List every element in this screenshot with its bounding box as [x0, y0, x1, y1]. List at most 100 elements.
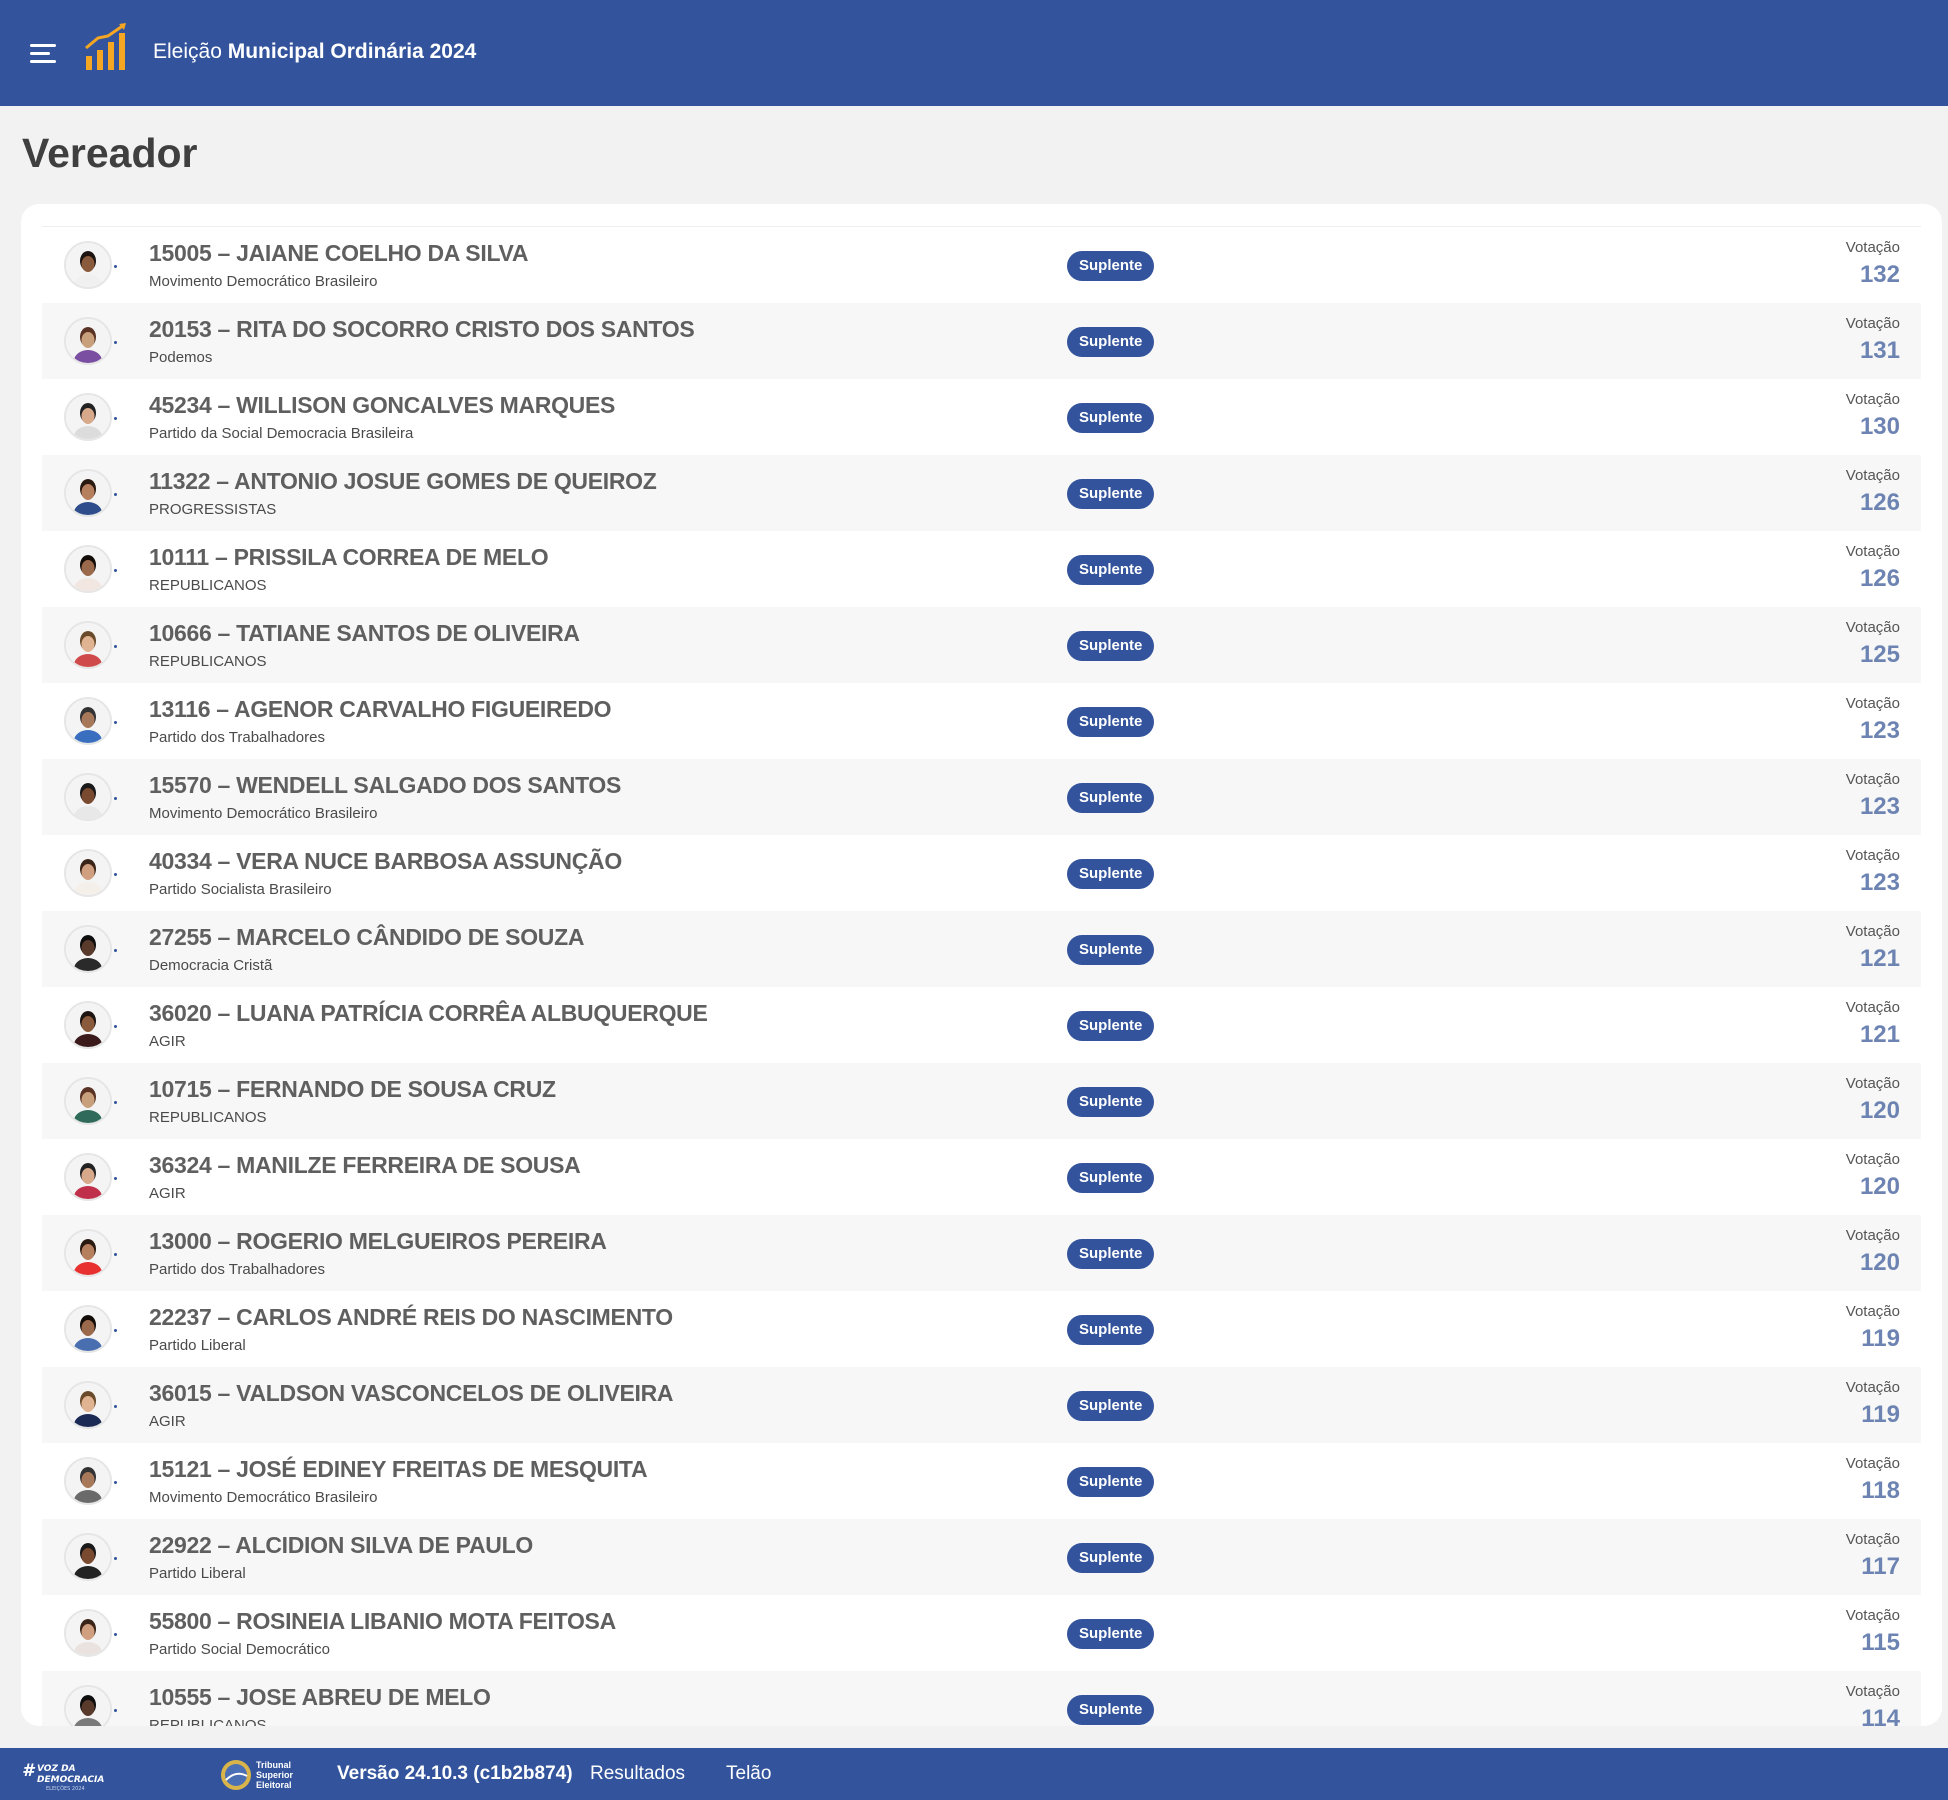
vote-label: Votação [1845, 1531, 1900, 1548]
vote-count: 121 [1859, 945, 1900, 972]
footer-link-telao[interactable]: Telão [726, 1763, 771, 1785]
status-badge: Suplente [1067, 631, 1155, 661]
app-title-prefix: Eleição [153, 40, 222, 63]
candidate-row[interactable]: 36324 – MANILZE FERREIRA DE SOUSA AGIR S… [42, 1139, 1921, 1215]
status-badge: Suplente [1067, 1087, 1155, 1117]
dot-icon [114, 873, 117, 876]
menu-icon[interactable] [30, 40, 56, 64]
candidate-row[interactable]: 45234 – WILLISON GONCALVES MARQUES Parti… [42, 379, 1921, 455]
candidate-name[interactable]: 55800 – ROSINEIA LIBANIO MOTA FEITOSA [149, 1608, 616, 1635]
candidate-row[interactable]: 13116 – AGENOR CARVALHO FIGUEIREDO Parti… [42, 683, 1921, 759]
candidate-party: AGIR [149, 1185, 186, 1202]
status-badge: Suplente [1067, 707, 1155, 737]
candidate-row[interactable]: 40334 – VERA NUCE BARBOSA ASSUNÇÃO Parti… [42, 835, 1921, 911]
dot-icon [114, 1557, 117, 1560]
candidate-row[interactable]: 10555 – JOSE ABREU DE MELO REPUBLICANOS … [42, 1671, 1921, 1726]
candidate-name[interactable]: 22922 – ALCIDION SILVA DE PAULO [149, 1532, 533, 1559]
svg-text:#: # [22, 1761, 36, 1781]
candidate-name[interactable]: 15121 – JOSÉ EDINEY FREITAS DE MESQUITA [149, 1456, 648, 1483]
candidate-row[interactable]: 10666 – TATIANE SANTOS DE OLIVEIRA REPUB… [42, 607, 1921, 683]
candidate-row[interactable]: 22237 – CARLOS ANDRÉ REIS DO NASCIMENTO … [42, 1291, 1921, 1367]
candidate-name[interactable]: 22237 – CARLOS ANDRÉ REIS DO NASCIMENTO [149, 1304, 673, 1331]
candidate-photo [64, 393, 112, 441]
vote-label: Votação [1845, 391, 1900, 408]
candidate-party: Partido Socialista Brasileiro [149, 881, 332, 898]
candidate-name[interactable]: 10555 – JOSE ABREU DE MELO [149, 1684, 491, 1711]
footer: # VOZ DA DEMOCRACIA ELEIÇÕES 2024 Tribun… [0, 1748, 1948, 1800]
vote-count: 117 [1861, 1553, 1900, 1580]
vote-label: Votação [1845, 1151, 1900, 1168]
vote-label: Votação [1845, 543, 1900, 560]
candidate-row[interactable]: 15121 – JOSÉ EDINEY FREITAS DE MESQUITA … [42, 1443, 1921, 1519]
dot-icon [114, 949, 117, 952]
dot-icon [114, 493, 117, 496]
candidate-photo [64, 1229, 112, 1277]
candidate-row[interactable]: 36020 – LUANA PATRÍCIA CORRÊA ALBUQUERQU… [42, 987, 1921, 1063]
candidate-party: REPUBLICANOS [149, 577, 267, 594]
candidate-name[interactable]: 10666 – TATIANE SANTOS DE OLIVEIRA [149, 620, 580, 647]
candidate-name[interactable]: 36015 – VALDSON VASCONCELOS DE OLIVEIRA [149, 1380, 674, 1407]
candidate-name[interactable]: 15570 – WENDELL SALGADO DOS SANTOS [149, 772, 621, 799]
candidate-party: Movimento Democrático Brasileiro [149, 805, 378, 822]
vote-label: Votação [1845, 467, 1900, 484]
candidate-row[interactable]: 11322 – ANTONIO JOSUE GOMES DE QUEIROZ P… [42, 455, 1921, 531]
footer-link-resultados[interactable]: Resultados [590, 1763, 685, 1785]
dot-icon [114, 1329, 117, 1332]
candidate-name[interactable]: 15005 – JAIANE COELHO DA SILVA [149, 240, 528, 267]
candidate-name[interactable]: 10111 – PRISSILA CORREA DE MELO [149, 544, 549, 571]
candidate-name[interactable]: 13116 – AGENOR CARVALHO FIGUEIREDO [149, 696, 612, 723]
vote-count: 119 [1861, 1401, 1900, 1428]
dot-icon [114, 645, 117, 648]
candidate-row[interactable]: 10111 – PRISSILA CORREA DE MELO REPUBLIC… [42, 531, 1921, 607]
vote-label: Votação [1845, 1607, 1900, 1624]
status-badge: Suplente [1067, 327, 1155, 357]
candidate-name[interactable]: 10715 – FERNANDO DE SOUSA CRUZ [149, 1076, 556, 1103]
candidate-name[interactable]: 36020 – LUANA PATRÍCIA CORRÊA ALBUQUERQU… [149, 1000, 708, 1027]
candidate-photo [64, 1609, 112, 1657]
vote-count: 126 [1859, 489, 1900, 516]
status-badge: Suplente [1067, 1011, 1155, 1041]
candidate-row[interactable]: 27255 – MARCELO CÂNDIDO DE SOUZA Democra… [42, 911, 1921, 987]
vote-count: 125 [1859, 641, 1900, 668]
vote-label: Votação [1845, 1227, 1900, 1244]
status-badge: Suplente [1067, 1315, 1155, 1345]
voz-da-democracia-logo: # VOZ DA DEMOCRACIA ELEIÇÕES 2024 [22, 1761, 104, 1792]
svg-text:Superior: Superior [256, 1770, 294, 1780]
dot-icon [114, 1177, 117, 1180]
candidate-party: REPUBLICANOS [149, 653, 267, 670]
candidate-party: Partido dos Trabalhadores [149, 729, 325, 746]
top-app-bar: Eleição Municipal Ordinária 2024 [0, 0, 1948, 106]
vote-label: Votação [1845, 1379, 1900, 1396]
candidate-name[interactable]: 20153 – RITA DO SOCORRO CRISTO DOS SANTO… [149, 316, 695, 343]
candidate-row[interactable]: 13000 – ROGERIO MELGUEIROS PEREIRA Parti… [42, 1215, 1921, 1291]
candidate-name[interactable]: 27255 – MARCELO CÂNDIDO DE SOUZA [149, 924, 584, 951]
candidate-name[interactable]: 13000 – ROGERIO MELGUEIROS PEREIRA [149, 1228, 607, 1255]
candidate-row[interactable]: 15570 – WENDELL SALGADO DOS SANTOS Movim… [42, 759, 1921, 835]
vote-count: 120 [1859, 1097, 1900, 1124]
status-badge: Suplente [1067, 479, 1155, 509]
vote-label: Votação [1845, 695, 1900, 712]
vote-label: Votação [1845, 619, 1900, 636]
svg-text:Eleitoral: Eleitoral [256, 1780, 292, 1790]
candidate-row[interactable]: 15005 – JAIANE COELHO DA SILVA Movimento… [42, 227, 1921, 303]
vote-count: 123 [1859, 717, 1900, 744]
candidate-photo [64, 1457, 112, 1505]
vote-count: 123 [1859, 869, 1900, 896]
candidate-name[interactable]: 45234 – WILLISON GONCALVES MARQUES [149, 392, 615, 419]
vote-count: 130 [1859, 413, 1900, 440]
candidate-name[interactable]: 40334 – VERA NUCE BARBOSA ASSUNÇÃO [149, 848, 622, 875]
svg-text:Tribunal: Tribunal [256, 1760, 291, 1770]
dot-icon [114, 417, 117, 420]
candidate-photo [64, 925, 112, 973]
candidate-row[interactable]: 20153 – RITA DO SOCORRO CRISTO DOS SANTO… [42, 303, 1921, 379]
status-badge: Suplente [1067, 1619, 1155, 1649]
candidate-row[interactable]: 10715 – FERNANDO DE SOUSA CRUZ REPUBLICA… [42, 1063, 1921, 1139]
candidate-row[interactable]: 22922 – ALCIDION SILVA DE PAULO Partido … [42, 1519, 1921, 1595]
candidate-name[interactable]: 11322 – ANTONIO JOSUE GOMES DE QUEIROZ [149, 468, 657, 495]
candidate-row[interactable]: 36015 – VALDSON VASCONCELOS DE OLIVEIRA … [42, 1367, 1921, 1443]
candidate-name[interactable]: 36324 – MANILZE FERREIRA DE SOUSA [149, 1152, 581, 1179]
candidate-row[interactable]: 55800 – ROSINEIA LIBANIO MOTA FEITOSA Pa… [42, 1595, 1921, 1671]
candidates-card[interactable]: 15005 – JAIANE COELHO DA SILVA Movimento… [21, 204, 1942, 1726]
svg-text:VOZ DA: VOZ DA [37, 1764, 76, 1774]
vote-label: Votação [1845, 771, 1900, 788]
